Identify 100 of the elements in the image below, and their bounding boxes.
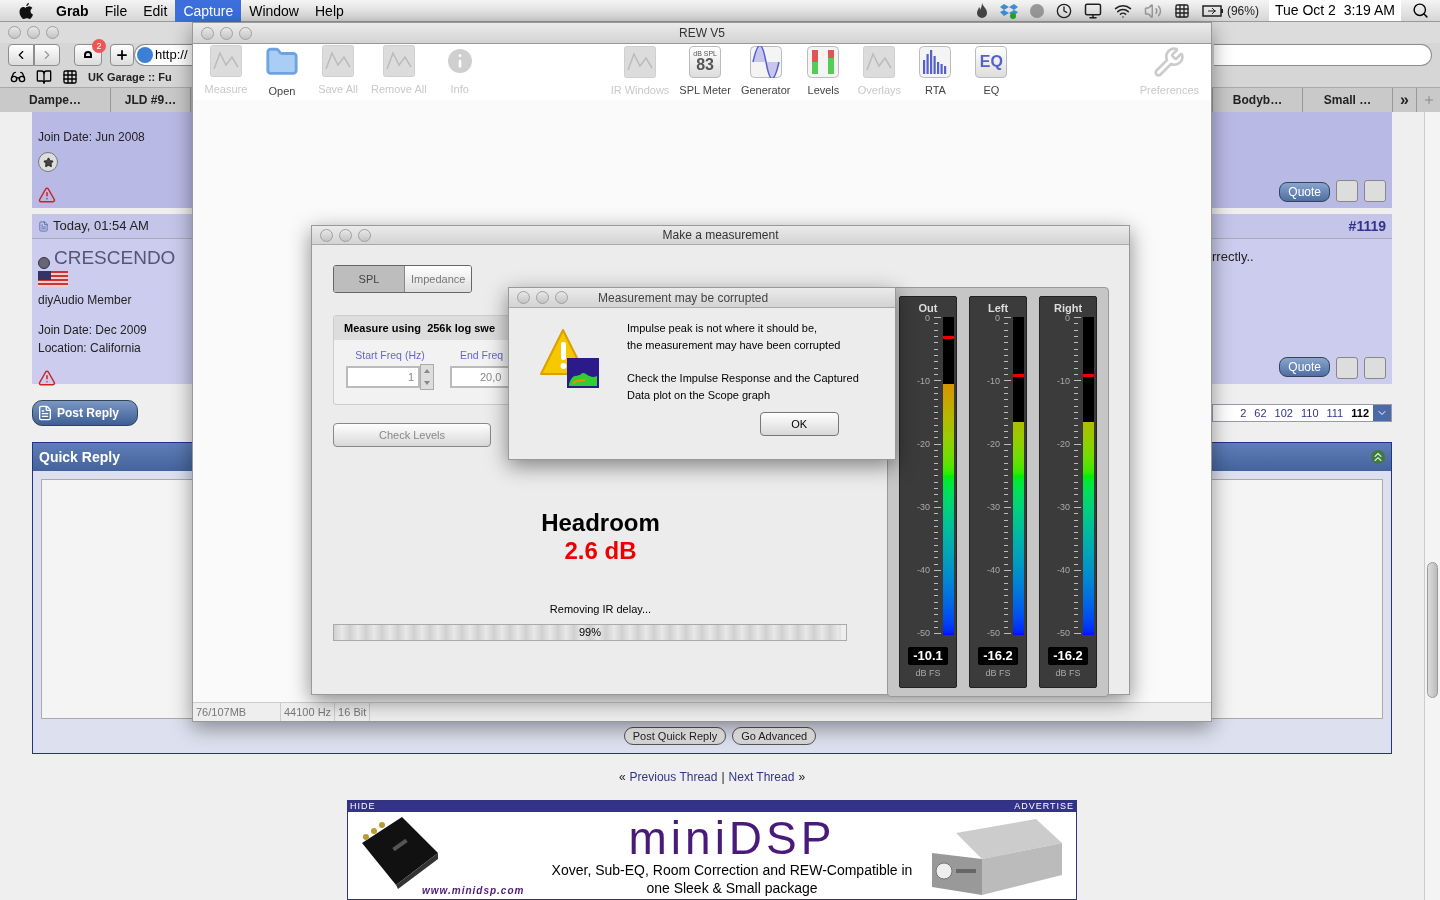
- clock-icon[interactable]: [1055, 2, 1072, 19]
- box-icon[interactable]: [999, 2, 1018, 19]
- scale-label: -10: [987, 376, 1000, 386]
- username-link[interactable]: CRESCENDO: [54, 247, 176, 269]
- back-button[interactable]: [8, 43, 34, 66]
- menu-item[interactable]: Help: [307, 0, 352, 22]
- site-icon: [137, 46, 153, 63]
- window-control[interactable]: [8, 25, 21, 39]
- previous-thread-link[interactable]: Previous Thread: [629, 768, 718, 786]
- flame-icon[interactable]: [975, 2, 988, 19]
- browser-tab[interactable]: Bodyb…: [1212, 88, 1302, 112]
- toolbar-button[interactable]: RTA: [910, 45, 961, 99]
- scale-label: 0: [925, 313, 930, 323]
- offline-icon: [38, 257, 50, 269]
- bookmarks-icon[interactable]: [36, 69, 52, 86]
- window-control[interactable]: [517, 291, 530, 304]
- warning-icon: [539, 328, 601, 390]
- meter-reading: -16.2: [978, 647, 1018, 665]
- top-sites-icon[interactable]: [62, 69, 78, 86]
- page-link[interactable]: 2: [1236, 404, 1251, 422]
- display-icon[interactable]: [1083, 1, 1102, 20]
- form-button[interactable]: Post Quick Reply: [623, 727, 727, 745]
- window-control[interactable]: [201, 26, 214, 40]
- window-control[interactable]: [536, 291, 549, 304]
- scale-label: -30: [1057, 502, 1070, 512]
- menu-item[interactable]: Window: [241, 0, 307, 22]
- hide-link[interactable]: HIDE: [350, 801, 376, 812]
- eq-icon: EQ: [975, 45, 1008, 78]
- page-menu-button[interactable]: [1373, 405, 1391, 421]
- ok-button[interactable]: OK: [759, 412, 839, 436]
- dialog-title: Make a measurement: [661, 227, 780, 244]
- scrollbar-thumb[interactable]: [1427, 562, 1438, 698]
- post-date: Today, 01:54 AM: [53, 217, 149, 236]
- report-icon[interactable]: [38, 369, 56, 387]
- post-reply-button[interactable]: Post Reply: [32, 400, 138, 426]
- quote-button[interactable]: Quote: [1279, 182, 1330, 202]
- window-control[interactable]: [339, 228, 352, 242]
- location: Location: California: [38, 340, 142, 357]
- next-thread-link[interactable]: Next Thread: [728, 768, 795, 786]
- peak-marker: [943, 336, 954, 340]
- battery-icon[interactable]: [1201, 4, 1224, 17]
- address-field[interactable]: http://: [134, 43, 194, 66]
- window-control[interactable]: [320, 228, 333, 242]
- page-link[interactable]: 62: [1250, 404, 1271, 422]
- window-control[interactable]: [555, 291, 568, 304]
- nav-mark: «: [618, 769, 626, 786]
- page-link[interactable]: 110: [1296, 404, 1323, 422]
- window-control[interactable]: [220, 26, 233, 40]
- volume-icon[interactable]: [1143, 1, 1162, 20]
- toolbar-button[interactable]: Generator: [738, 45, 793, 99]
- alert-message: Check the Impulse Response and the Captured: [627, 371, 859, 386]
- clock-text[interactable]: Tue Oct 2 3:19 AM: [1268, 0, 1401, 21]
- page-link[interactable]: 111: [1322, 404, 1348, 422]
- apple-icon[interactable]: [18, 1, 34, 20]
- menu-item[interactable]: Capture: [175, 0, 242, 22]
- report-icon[interactable]: [38, 186, 56, 204]
- browser-tab[interactable]: Dampe…: [0, 88, 111, 112]
- join-date: Join Date: Dec 2009: [38, 322, 148, 339]
- address-field[interactable]: [1214, 43, 1432, 66]
- tab-overflow-button[interactable]: »: [1392, 88, 1416, 112]
- graph-icon: [322, 44, 354, 77]
- post-number-link[interactable]: #1119: [1212, 214, 1392, 238]
- advertise-link[interactable]: ADVERTISE: [1014, 801, 1074, 812]
- number-field[interactable]: 1: [346, 365, 420, 388]
- toolbar-button[interactable]: Levels: [798, 45, 849, 99]
- bookmark-link[interactable]: UK Garage :: Fu: [88, 68, 172, 86]
- stepper[interactable]: [420, 363, 434, 390]
- menu-item[interactable]: File: [96, 0, 136, 22]
- window-control[interactable]: [46, 25, 59, 39]
- collapse-icon[interactable]: [1371, 450, 1385, 464]
- page-link[interactable]: 112: [1347, 404, 1373, 422]
- new-tab-button[interactable]: [1416, 88, 1440, 112]
- panel-title: Quick Reply: [39, 447, 120, 467]
- quote-button[interactable]: Quote: [1279, 357, 1330, 377]
- window-control[interactable]: [358, 228, 371, 242]
- mode-tab[interactable]: Impedance: [404, 266, 472, 292]
- page-link[interactable]: 102: [1270, 404, 1297, 422]
- ad-text: Xover, Sub-EQ, Room Correction and REW-Compatible in: [551, 860, 913, 879]
- mode-tab[interactable]: SPL: [334, 266, 404, 292]
- form-button[interactable]: Go Advanced: [732, 727, 817, 745]
- dialog-title: Measurement may be corrupted: [598, 289, 769, 307]
- window-control[interactable]: [239, 26, 252, 40]
- scale-label: -40: [987, 565, 1000, 575]
- scale-label: -20: [987, 439, 1000, 449]
- menu-item[interactable]: Edit: [135, 0, 176, 22]
- browser-tab[interactable]: Small …: [1302, 88, 1392, 112]
- scale-label: -50: [1057, 628, 1070, 638]
- scale-label: -30: [987, 502, 1000, 512]
- status-field: 44100 Hz: [281, 703, 336, 721]
- alert-message: Data plot on the Scope graph: [627, 388, 772, 403]
- scale-label: -50: [917, 628, 930, 638]
- ad-url: www.minidsp.com: [422, 884, 526, 898]
- add-button[interactable]: [110, 43, 134, 66]
- alert-message: Impulse peak is not where it should be,: [627, 321, 819, 336]
- search-icon[interactable]: [1412, 2, 1429, 19]
- window-control[interactable]: [27, 25, 40, 39]
- toolbar-button[interactable]: Open: [257, 44, 307, 100]
- toolbar-button[interactable]: EQ EQ: [966, 45, 1017, 99]
- menu-item[interactable]: Grab: [48, 0, 97, 22]
- browser-tab[interactable]: JLD #9…: [111, 88, 191, 112]
